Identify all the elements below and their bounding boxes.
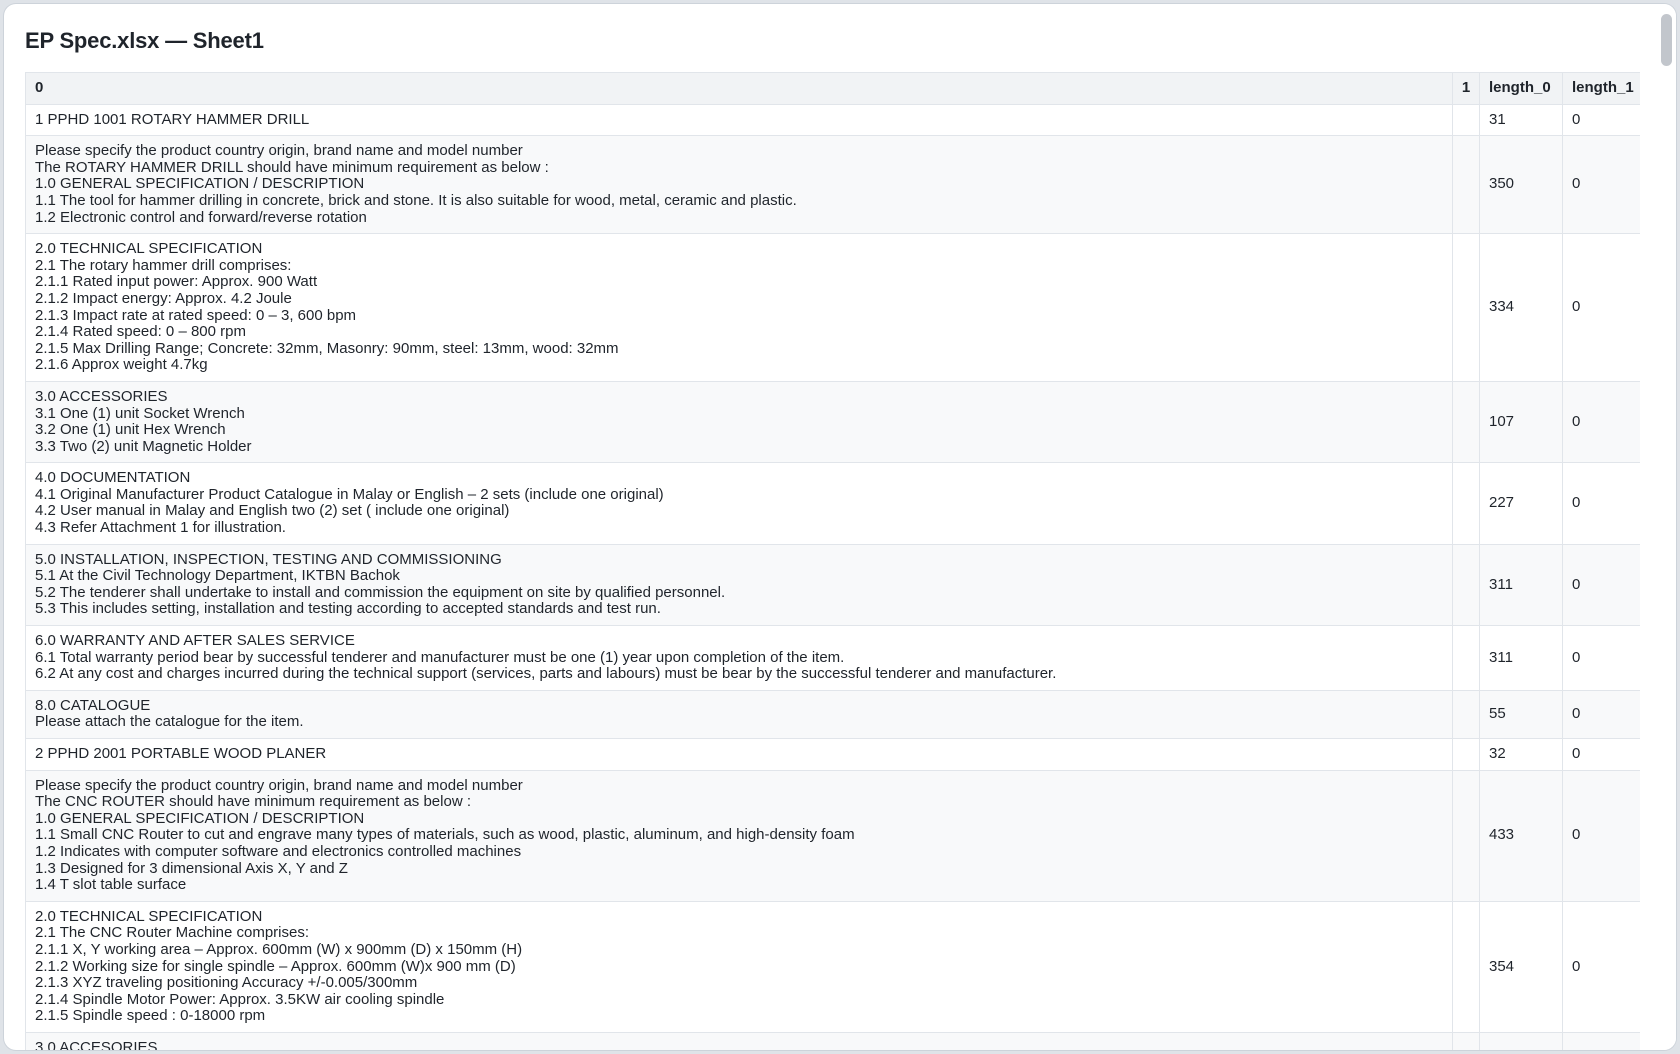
sheet-table: 0 1 length_0 length_1 1 PPHD 1001 ROTARY… [25,72,1640,1050]
vertical-scrollbar[interactable] [1656,4,1676,1050]
cell-length-0[interactable]: 311 [1479,625,1563,691]
cell-col-0[interactable]: Please specify the product country origi… [25,135,1453,235]
cell-col-0[interactable]: 2 PPHD 2001 PORTABLE WOOD PLANER [25,738,1453,771]
cell-length-1[interactable]: 0 [1562,543,1640,627]
cell-length-0[interactable] [1479,1031,1563,1050]
cell-length-1[interactable]: 0 [1562,900,1640,1033]
cell-col-0[interactable]: Please specify the product country origi… [25,769,1453,902]
header-row: 0 1 length_0 length_1 [25,72,1640,105]
spreadsheet-viewer-window: EP Spec.xlsx — Sheet1 0 1 length_0 lengt… [4,4,1676,1050]
cell-length-1[interactable]: 0 [1562,462,1640,545]
table-row[interactable]: 8.0 CATALOGUE Please attach the catalogu… [25,689,1640,740]
cell-col-1[interactable] [1452,689,1480,740]
cell-col-0[interactable]: 3.0 ACCESSORIES 3.1 One (1) unit Socket … [25,380,1453,464]
cell-col-0[interactable]: 2.0 TECHNICAL SPECIFICATION 2.1 The rota… [25,233,1453,382]
cell-length-0[interactable]: 107 [1479,380,1563,464]
cell-col-1[interactable] [1452,1031,1480,1050]
cell-length-1[interactable] [1562,1031,1640,1050]
cell-length-0[interactable]: 55 [1479,689,1563,740]
cell-length-1[interactable]: 0 [1562,233,1640,382]
cell-col-1[interactable] [1452,738,1480,771]
table-row[interactable]: 3.0 ACCESORIES [25,1031,1640,1050]
cell-col-0[interactable]: 2.0 TECHNICAL SPECIFICATION 2.1 The CNC … [25,900,1453,1033]
column-header-length-0[interactable]: length_0 [1479,72,1563,105]
cell-length-0[interactable]: 334 [1479,233,1563,382]
cell-length-0[interactable]: 311 [1479,543,1563,627]
cell-col-1[interactable] [1452,103,1480,137]
table-row[interactable]: 1 PPHD 1001 ROTARY HAMMER DRILL 31 0 [25,103,1640,137]
table-row[interactable]: 2 PPHD 2001 PORTABLE WOOD PLANER 32 0 [25,738,1640,771]
cell-col-0[interactable]: 1 PPHD 1001 ROTARY HAMMER DRILL [25,103,1453,137]
table-row[interactable]: 3.0 ACCESSORIES 3.1 One (1) unit Socket … [25,380,1640,464]
cell-length-0[interactable]: 32 [1479,738,1563,771]
cell-col-0[interactable]: 6.0 WARRANTY AND AFTER SALES SERVICE 6.1… [25,625,1453,691]
sheet-table-container[interactable]: 0 1 length_0 length_1 1 PPHD 1001 ROTARY… [25,72,1640,1050]
cell-col-1[interactable] [1452,462,1480,545]
cell-col-0[interactable]: 3.0 ACCESORIES [25,1031,1453,1050]
column-header-length-1[interactable]: length_1 [1562,72,1640,105]
cell-length-1[interactable]: 0 [1562,135,1640,235]
scrollbar-thumb[interactable] [1661,14,1672,66]
cell-col-1[interactable] [1452,543,1480,627]
column-header-1[interactable]: 1 [1452,72,1480,105]
column-header-0[interactable]: 0 [25,72,1453,105]
cell-length-1[interactable]: 0 [1562,103,1640,137]
table-row[interactable]: Please specify the product country origi… [25,769,1640,902]
cell-col-0[interactable]: 4.0 DOCUMENTATION 4.1 Original Manufactu… [25,462,1453,545]
cell-length-1[interactable]: 0 [1562,380,1640,464]
cell-col-1[interactable] [1452,233,1480,382]
cell-col-1[interactable] [1452,135,1480,235]
table-row[interactable]: 4.0 DOCUMENTATION 4.1 Original Manufactu… [25,462,1640,545]
cell-col-1[interactable] [1452,625,1480,691]
cell-length-1[interactable]: 0 [1562,769,1640,902]
table-header: 0 1 length_0 length_1 [25,72,1640,105]
cell-col-0[interactable]: 8.0 CATALOGUE Please attach the catalogu… [25,689,1453,740]
table-row[interactable]: 2.0 TECHNICAL SPECIFICATION 2.1 The rota… [25,233,1640,382]
cell-length-1[interactable]: 0 [1562,625,1640,691]
cell-col-1[interactable] [1452,380,1480,464]
cell-length-0[interactable]: 354 [1479,900,1563,1033]
cell-length-0[interactable]: 31 [1479,103,1563,137]
cell-col-0[interactable]: 5.0 INSTALLATION, INSPECTION, TESTING AN… [25,543,1453,627]
page-title: EP Spec.xlsx — Sheet1 [25,28,264,53]
cell-col-1[interactable] [1452,900,1480,1033]
cell-length-1[interactable]: 0 [1562,689,1640,740]
cell-length-0[interactable]: 227 [1479,462,1563,545]
table-body: 1 PPHD 1001 ROTARY HAMMER DRILL 31 0 Please… [25,103,1640,1050]
cell-length-0[interactable]: 433 [1479,769,1563,902]
table-row[interactable]: 5.0 INSTALLATION, INSPECTION, TESTING AN… [25,543,1640,627]
cell-length-1[interactable]: 0 [1562,738,1640,771]
cell-col-1[interactable] [1452,769,1480,902]
table-row[interactable]: Please specify the product country origi… [25,135,1640,235]
table-row[interactable]: 2.0 TECHNICAL SPECIFICATION 2.1 The CNC … [25,900,1640,1033]
cell-length-0[interactable]: 350 [1479,135,1563,235]
table-row[interactable]: 6.0 WARRANTY AND AFTER SALES SERVICE 6.1… [25,625,1640,691]
